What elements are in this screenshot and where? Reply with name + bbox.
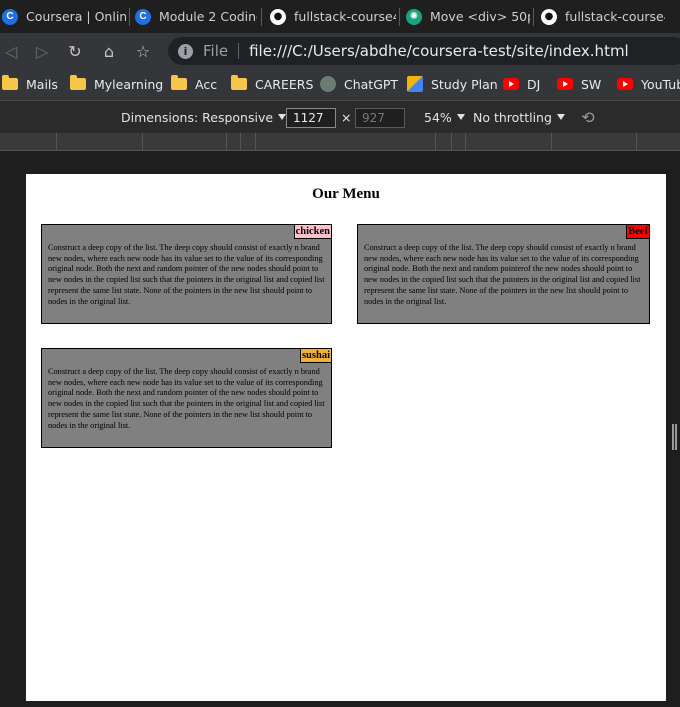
bookmark-mylearning[interactable]: Mylearning bbox=[70, 68, 163, 100]
bookmark-sw[interactable]: SW bbox=[557, 68, 601, 100]
chevron-down-icon bbox=[556, 114, 565, 120]
ruler-tick bbox=[451, 133, 452, 150]
folder-icon bbox=[70, 75, 86, 90]
bookmark-study-plan[interactable]: Study Plan bbox=[407, 68, 498, 100]
info-icon[interactable]: i bbox=[178, 43, 193, 59]
ruler-tick bbox=[240, 133, 241, 150]
bookmark-chatgpt[interactable]: ChatGPT bbox=[320, 68, 398, 100]
openai-icon: ✺ bbox=[406, 8, 422, 25]
tab-divider bbox=[129, 8, 130, 26]
ruler-tick bbox=[435, 133, 436, 150]
chevron-down-icon bbox=[456, 114, 465, 120]
tab-title: Module 2 Coding A bbox=[159, 9, 257, 24]
bookmark-label: DJ bbox=[527, 76, 541, 92]
address-divider bbox=[238, 43, 240, 59]
folder-icon bbox=[2, 75, 18, 90]
bookmark-label: Mylearning bbox=[94, 76, 164, 92]
bookmark-label: YouTub bbox=[641, 76, 680, 92]
tab-title: fullstack-course4/a bbox=[294, 9, 396, 24]
bookmark-mails[interactable]: Mails bbox=[2, 68, 58, 100]
chatgpt-icon bbox=[320, 76, 336, 92]
folder-icon bbox=[171, 75, 187, 90]
bookmark-label: SW bbox=[581, 76, 602, 92]
youtube-icon bbox=[503, 78, 519, 90]
tab-title: Coursera | Online C bbox=[26, 9, 126, 24]
dimensions-label: Dimensions: Responsive bbox=[121, 109, 274, 125]
ruler-tick bbox=[465, 133, 466, 150]
tab-strip: C Coursera | Online C C Module 2 Coding … bbox=[0, 0, 680, 33]
menu-card-sushai: sushai Construct a deep copy of the list… bbox=[41, 348, 332, 448]
address-bar[interactable]: i File file:///C:/Users/abdhe/coursera-t… bbox=[168, 37, 680, 65]
tab-github-2[interactable]: ● fullstack-course4/a bbox=[541, 0, 665, 33]
tab-coursera[interactable]: C Coursera | Online C bbox=[2, 0, 126, 33]
bookmark-careers[interactable]: CAREERS bbox=[231, 68, 313, 100]
tab-move-div[interactable]: ✺ Move <div> 50px f bbox=[406, 0, 530, 33]
tab-title: fullstack-course4/a bbox=[565, 9, 665, 24]
zoom-label: 54% bbox=[424, 109, 452, 125]
card-description: Construct a deep copy of the list. The d… bbox=[48, 367, 325, 430]
tab-title: Move <div> 50px f bbox=[430, 9, 530, 24]
folder-icon bbox=[231, 75, 247, 90]
menu-card-beef: Beef Construct a deep copy of the list. … bbox=[357, 224, 650, 324]
back-arrow-icon[interactable]: ◁ bbox=[0, 40, 22, 62]
coursera-icon: C bbox=[2, 8, 18, 25]
card-label: Beef bbox=[626, 225, 649, 239]
emulated-page: Our Menu chicken Construct a deep copy o… bbox=[26, 174, 666, 701]
throttling-dropdown[interactable]: No throttling bbox=[473, 101, 565, 133]
scheme-label: File bbox=[203, 42, 229, 60]
browser-toolbar: ◁ ▷ ↻ ⌂ ☆ i File file:///C:/Users/abdhe/… bbox=[0, 33, 680, 68]
github-icon: ● bbox=[270, 8, 286, 25]
tab-divider bbox=[399, 8, 400, 26]
bookmark-label: CAREERS bbox=[255, 76, 314, 92]
times-icon: × bbox=[341, 109, 352, 125]
ruler-tick bbox=[56, 133, 57, 150]
bookmarks-bar: Mails Mylearning Acc CAREERS ChatGPT Stu… bbox=[0, 68, 680, 101]
bookmark-acc[interactable]: Acc bbox=[171, 68, 217, 100]
bookmark-icon[interactable]: ☆ bbox=[132, 40, 154, 62]
youtube-icon bbox=[617, 78, 633, 90]
home-icon[interactable]: ⌂ bbox=[98, 40, 120, 62]
tab-divider bbox=[261, 8, 262, 26]
ruler-tick bbox=[636, 133, 637, 150]
card-label: chicken bbox=[293, 225, 331, 239]
card-label: sushai bbox=[299, 349, 331, 363]
ruler-tick bbox=[255, 133, 256, 150]
chevron-down-icon bbox=[278, 114, 287, 120]
github-icon: ● bbox=[541, 8, 557, 25]
tab-github-1[interactable]: ● fullstack-course4/a bbox=[270, 0, 396, 33]
dimensions-dropdown[interactable]: Dimensions: Responsive bbox=[121, 101, 287, 133]
tab-divider bbox=[533, 8, 534, 26]
height-input[interactable]: 927 bbox=[355, 108, 405, 128]
bookmark-label: Study Plan bbox=[431, 76, 498, 92]
forward-arrow-icon[interactable]: ▷ bbox=[31, 40, 53, 62]
bookmark-dj[interactable]: DJ bbox=[503, 68, 540, 100]
ruler-tick bbox=[226, 133, 227, 150]
bookmark-label: Mails bbox=[26, 76, 58, 92]
card-description: Construct a deep copy of the list. The d… bbox=[364, 243, 641, 306]
ruler-tick bbox=[142, 133, 143, 150]
page-title: Our Menu bbox=[312, 186, 380, 202]
width-input[interactable]: 1127 bbox=[286, 108, 336, 128]
reload-icon[interactable]: ↻ bbox=[64, 40, 86, 62]
tab-module-2[interactable]: C Module 2 Coding A bbox=[135, 0, 257, 33]
bookmark-label: Acc bbox=[195, 76, 218, 92]
zoom-dropdown[interactable]: 54% bbox=[424, 101, 465, 133]
resize-handle[interactable] bbox=[672, 424, 677, 450]
bookmark-label: ChatGPT bbox=[344, 76, 399, 92]
rotate-icon[interactable]: ⟲ bbox=[578, 107, 598, 127]
menu-card-chicken: chicken Construct a deep copy of the lis… bbox=[41, 224, 332, 324]
media-query-ruler[interactable] bbox=[0, 133, 680, 151]
study-plan-icon bbox=[407, 76, 423, 92]
ruler-tick bbox=[551, 133, 552, 150]
card-description: Construct a deep copy of the list. The d… bbox=[48, 243, 325, 306]
coursera-icon: C bbox=[135, 8, 151, 25]
youtube-icon bbox=[557, 78, 573, 90]
bookmark-youtube[interactable]: YouTub bbox=[617, 68, 680, 100]
throttling-label: No throttling bbox=[473, 109, 552, 125]
url-text[interactable]: file:///C:/Users/abdhe/coursera-test/sit… bbox=[249, 42, 629, 60]
